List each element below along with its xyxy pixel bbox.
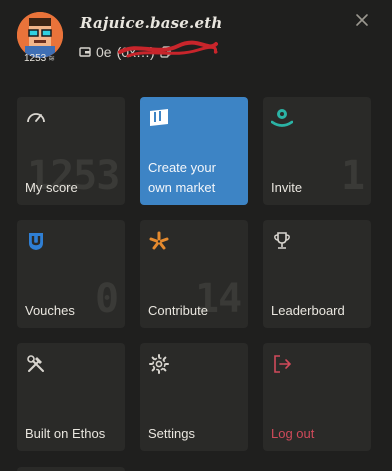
tile-label: Vouches [25,303,75,318]
tile-label: My score [25,180,78,195]
invite-watermark: 1 [341,153,365,199]
tile-label: Built on Ethos [25,426,106,441]
profile-header: 1253 ≋ Rajuice.base.eth 0e (0x…) [0,0,392,80]
trophy-icon [274,232,290,249]
wallet-icon [79,47,91,57]
tile-label: Leaderboard [271,303,345,318]
tile-label: Create your own market [148,160,216,195]
address-prefix: 0e [96,44,112,60]
vouch-shield-icon [29,233,43,250]
tile-label: Invite [271,180,303,195]
redaction-scribble [118,40,218,58]
tile-settings[interactable]: Settings [140,343,248,451]
score-icon: ≋ [48,54,55,63]
close-icon[interactable] [354,12,370,28]
invite-user-icon [271,109,293,127]
score-value: 1253 [24,53,47,64]
tile-invite[interactable]: 1 Invite [263,97,371,205]
gear-icon [149,354,169,374]
vouches-watermark: 0 [95,276,119,322]
partial-tile [17,467,125,471]
asterisk-star-icon [149,231,169,250]
tile-label: Log out [271,426,315,441]
logout-icon [274,355,292,373]
speedometer-icon [27,113,45,123]
tile-label: Settings [148,426,195,441]
display-name: Rajuice.base.eth [80,14,223,32]
tile-my-score[interactable]: 1253 My score [17,97,125,205]
tile-create-market[interactable]: Create your own market [140,97,248,205]
market-bars-icon [150,109,168,126]
tile-leaderboard[interactable]: Leaderboard [263,220,371,328]
score-badge: 1253 ≋ [24,52,55,66]
tile-built-on-ethos[interactable]: Built on Ethos [17,343,125,451]
tile-log-out[interactable]: Log out [263,343,371,451]
tile-contribute[interactable]: 14 Contribute [140,220,248,328]
tile-label: Contribute [148,303,208,318]
hammer-wrench-icon [27,355,44,372]
tile-vouches[interactable]: 0 Vouches [17,220,125,328]
